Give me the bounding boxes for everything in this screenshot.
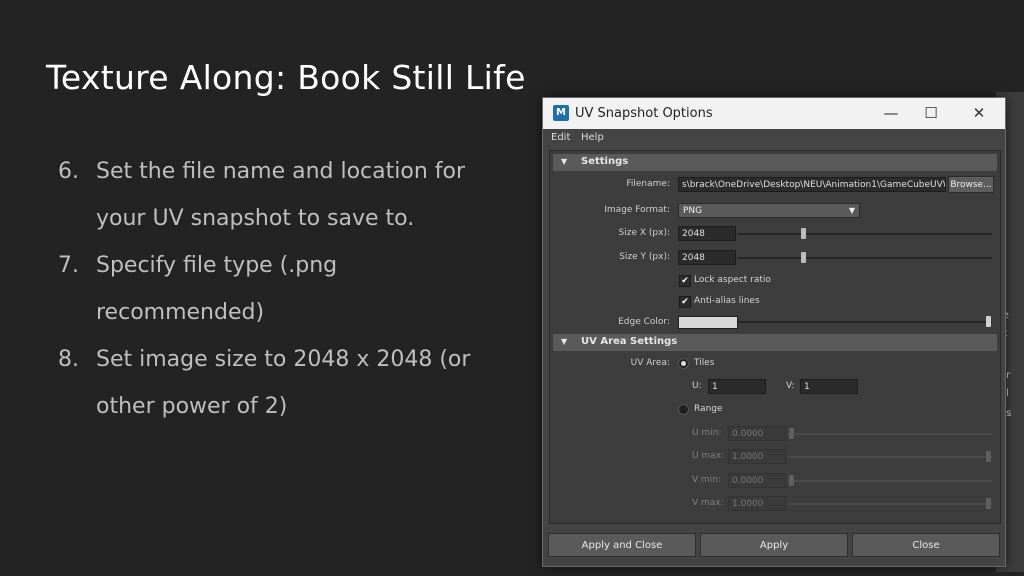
image-format-select[interactable]: PNG ▼ [678,203,860,218]
uv-area-label: UV Area: [630,358,670,368]
size-y-slider-track[interactable] [738,257,992,259]
u-max-slider-handle[interactable] [986,451,991,462]
v-max-field[interactable]: 1.0000 [728,496,786,511]
edge-color-label: Edge Color: [618,317,670,327]
range-radio[interactable] [678,404,689,415]
antialias-label: Anti-alias lines [694,296,760,306]
step-line: other power of 2) [96,394,288,419]
step-number: 6. [58,159,79,184]
step-8: 8. Set image size to 2048 x 2048 (or oth… [58,336,538,430]
collapse-triangle-icon: ▼ [561,157,568,166]
lock-aspect-label: Lock aspect ratio [694,275,771,285]
step-7: 7. Specify file type (.png recommended) [58,242,538,336]
apply-and-close-button[interactable]: Apply and Close [548,533,696,557]
steps-list: 6. Set the file name and location for yo… [58,148,538,430]
dialog-titlebar[interactable]: M UV Snapshot Options — ☐ ✕ [543,98,1005,129]
uv-snapshot-dialog: M UV Snapshot Options — ☐ ✕ Edit Help ▼ … [542,97,1006,567]
maximize-icon[interactable]: ☐ [919,102,943,124]
image-format-label: Image Format: [604,205,670,215]
u-tiles-field[interactable]: 1 [708,379,766,394]
u-min-label: U min: [692,428,722,438]
u-max-label: U max: [692,451,725,461]
antialias-checkbox[interactable]: ✔ [679,296,691,308]
menu-bar: Edit Help [543,130,1005,146]
u-max-slider-track[interactable] [788,456,992,458]
dropdown-arrow-icon: ▼ [848,206,855,215]
minimize-icon[interactable]: — [879,102,903,124]
close-button[interactable]: Close [852,533,1000,557]
v-tiles-field[interactable]: 1 [800,379,858,394]
collapse-triangle-icon: ▼ [561,337,568,346]
v-max-label: V max: [692,498,724,508]
close-icon[interactable]: ✕ [967,102,991,124]
dialog-title: UV Snapshot Options [575,106,713,121]
edge-color-slider-track[interactable] [738,321,992,323]
v-label: V: [786,381,795,391]
filename-label: Filename: [626,179,670,189]
range-label: Range [694,404,723,414]
menu-edit[interactable]: Edit [551,132,570,143]
size-x-field[interactable]: 2048 [678,226,736,241]
slide-title: Texture Along: Book Still Life [46,58,526,97]
step-line: Set the file name and location for [96,159,466,184]
u-min-field[interactable]: 0.0000 [728,426,786,441]
u-min-slider-handle[interactable] [789,428,794,439]
step-number: 8. [58,347,79,372]
size-y-slider-handle[interactable] [801,252,806,263]
u-max-field[interactable]: 1.0000 [728,449,786,464]
size-x-slider-handle[interactable] [801,228,806,239]
step-line: your UV snapshot to save to. [96,206,415,231]
size-x-label: Size X (px): [618,228,670,238]
step-number: 7. [58,253,79,278]
edge-color-swatch[interactable] [678,316,738,329]
u-label: U: [692,381,702,391]
v-max-slider-handle[interactable] [986,498,991,509]
v-max-slider-track[interactable] [788,503,992,505]
maya-app-icon: M [553,105,569,121]
v-min-field[interactable]: 0.0000 [728,473,786,488]
uv-area-section-header[interactable]: ▼ UV Area Settings [553,334,997,351]
menu-help[interactable]: Help [581,132,604,143]
lock-aspect-checkbox[interactable]: ✔ [679,275,691,287]
step-line: Specify file type (.png [96,253,338,278]
step-line: recommended) [96,300,265,325]
filename-field[interactable]: s\brack\OneDrive\Desktop\NEU\Animation1\… [678,177,946,192]
edge-color-slider-handle[interactable] [986,316,991,327]
apply-button[interactable]: Apply [700,533,848,557]
settings-section-header[interactable]: ▼ Settings [553,154,997,171]
v-min-slider-track[interactable] [788,480,992,482]
step-line: Set image size to 2048 x 2048 (or [96,347,471,372]
tiles-label: Tiles [694,358,715,368]
size-y-field[interactable]: 2048 [678,250,736,265]
step-6: 6. Set the file name and location for yo… [58,148,538,242]
tiles-radio[interactable] [678,358,689,369]
browse-button[interactable]: Browse... [948,176,994,193]
v-min-slider-handle[interactable] [789,475,794,486]
options-panel: ▼ Settings Filename: s\brack\OneDrive\De… [549,150,1001,524]
size-y-label: Size Y (px): [619,252,670,262]
v-min-label: V min: [692,475,722,485]
u-min-slider-track[interactable] [788,433,992,435]
size-x-slider-track[interactable] [738,233,992,235]
